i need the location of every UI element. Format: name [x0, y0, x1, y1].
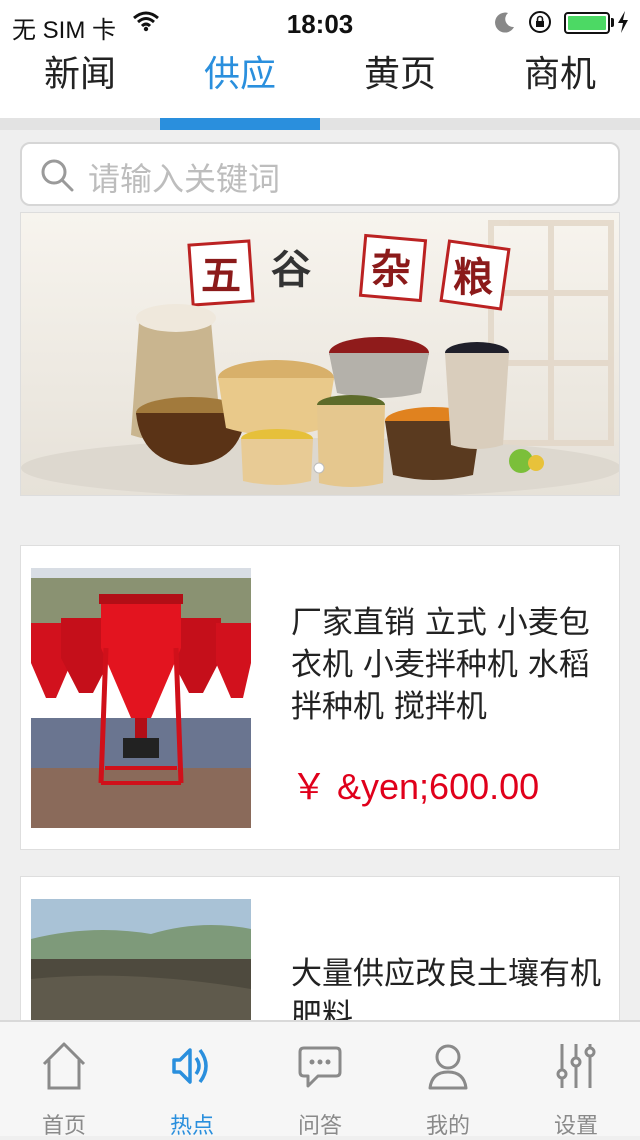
tab-business[interactable]: 商机 [480, 44, 640, 118]
product-title[interactable]: 厂家直销 立式 小麦包衣机 小麦拌种机 水稻拌种机 搅拌机 [291, 602, 611, 728]
product-price: ￥ &yen;600.00 [291, 766, 540, 807]
battery-icon [564, 12, 610, 34]
search-box[interactable]: 请输入关键词 [20, 142, 620, 206]
banner-pager-dot [313, 462, 325, 474]
tab-yellow-pages[interactable]: 黄页 [320, 44, 480, 118]
search-placeholder[interactable]: 请输入关键词 [88, 154, 280, 200]
tab-news[interactable]: 新闻 [0, 44, 160, 118]
tab-supply[interactable]: 供应 [160, 44, 320, 118]
search-icon [41, 159, 74, 192]
nav-mine-label: 我的 [425, 1114, 470, 1139]
nav-hot-label: 热点 [169, 1114, 214, 1139]
charging-icon [618, 11, 628, 33]
home-icon [42, 1042, 86, 1090]
moon-icon [495, 12, 514, 33]
chat-icon [298, 1046, 342, 1088]
grain-banner-image: 五 谷 杂 粮 [21, 213, 619, 495]
tabs-divider [0, 118, 640, 130]
nav-settings-label: 设置 [553, 1114, 598, 1139]
banner-title-char-3: 杂 [371, 246, 411, 293]
nav-qa[interactable]: 问答 [256, 1022, 384, 1139]
nav-mine[interactable]: 我的 [384, 1022, 512, 1139]
battery-tip [611, 18, 614, 27]
product-image [31, 568, 251, 828]
person-icon [428, 1044, 468, 1090]
nav-qa-label: 问答 [297, 1114, 342, 1139]
speaker-icon [172, 1048, 208, 1084]
banner-title-char-1: 五 [201, 252, 241, 299]
nav-home-label: 首页 [41, 1114, 86, 1139]
sliders-icon [556, 1044, 596, 1088]
status-bar: 无 SIM 卡 18:03 [0, 0, 640, 44]
nav-home[interactable]: 首页 [0, 1022, 128, 1139]
banner-title-char-2: 谷 [271, 246, 311, 293]
rotation-lock-icon [529, 11, 551, 33]
bottom-nav: 首页 热点 问答 我的 设置 [0, 1020, 640, 1139]
promo-banner[interactable]: 五 谷 杂 粮 [20, 212, 620, 496]
banner-title-char-4: 粮 [453, 254, 493, 301]
product-card[interactable]: 厂家直销 立式 小麦包衣机 小麦拌种机 水稻拌种机 搅拌机 ￥ &yen;600… [20, 545, 620, 850]
nav-hot[interactable]: 热点 [128, 1022, 256, 1139]
active-tab-indicator [160, 118, 320, 130]
nav-settings[interactable]: 设置 [512, 1022, 640, 1139]
category-tabs: 新闻 供应 黄页 商机 [0, 44, 640, 118]
